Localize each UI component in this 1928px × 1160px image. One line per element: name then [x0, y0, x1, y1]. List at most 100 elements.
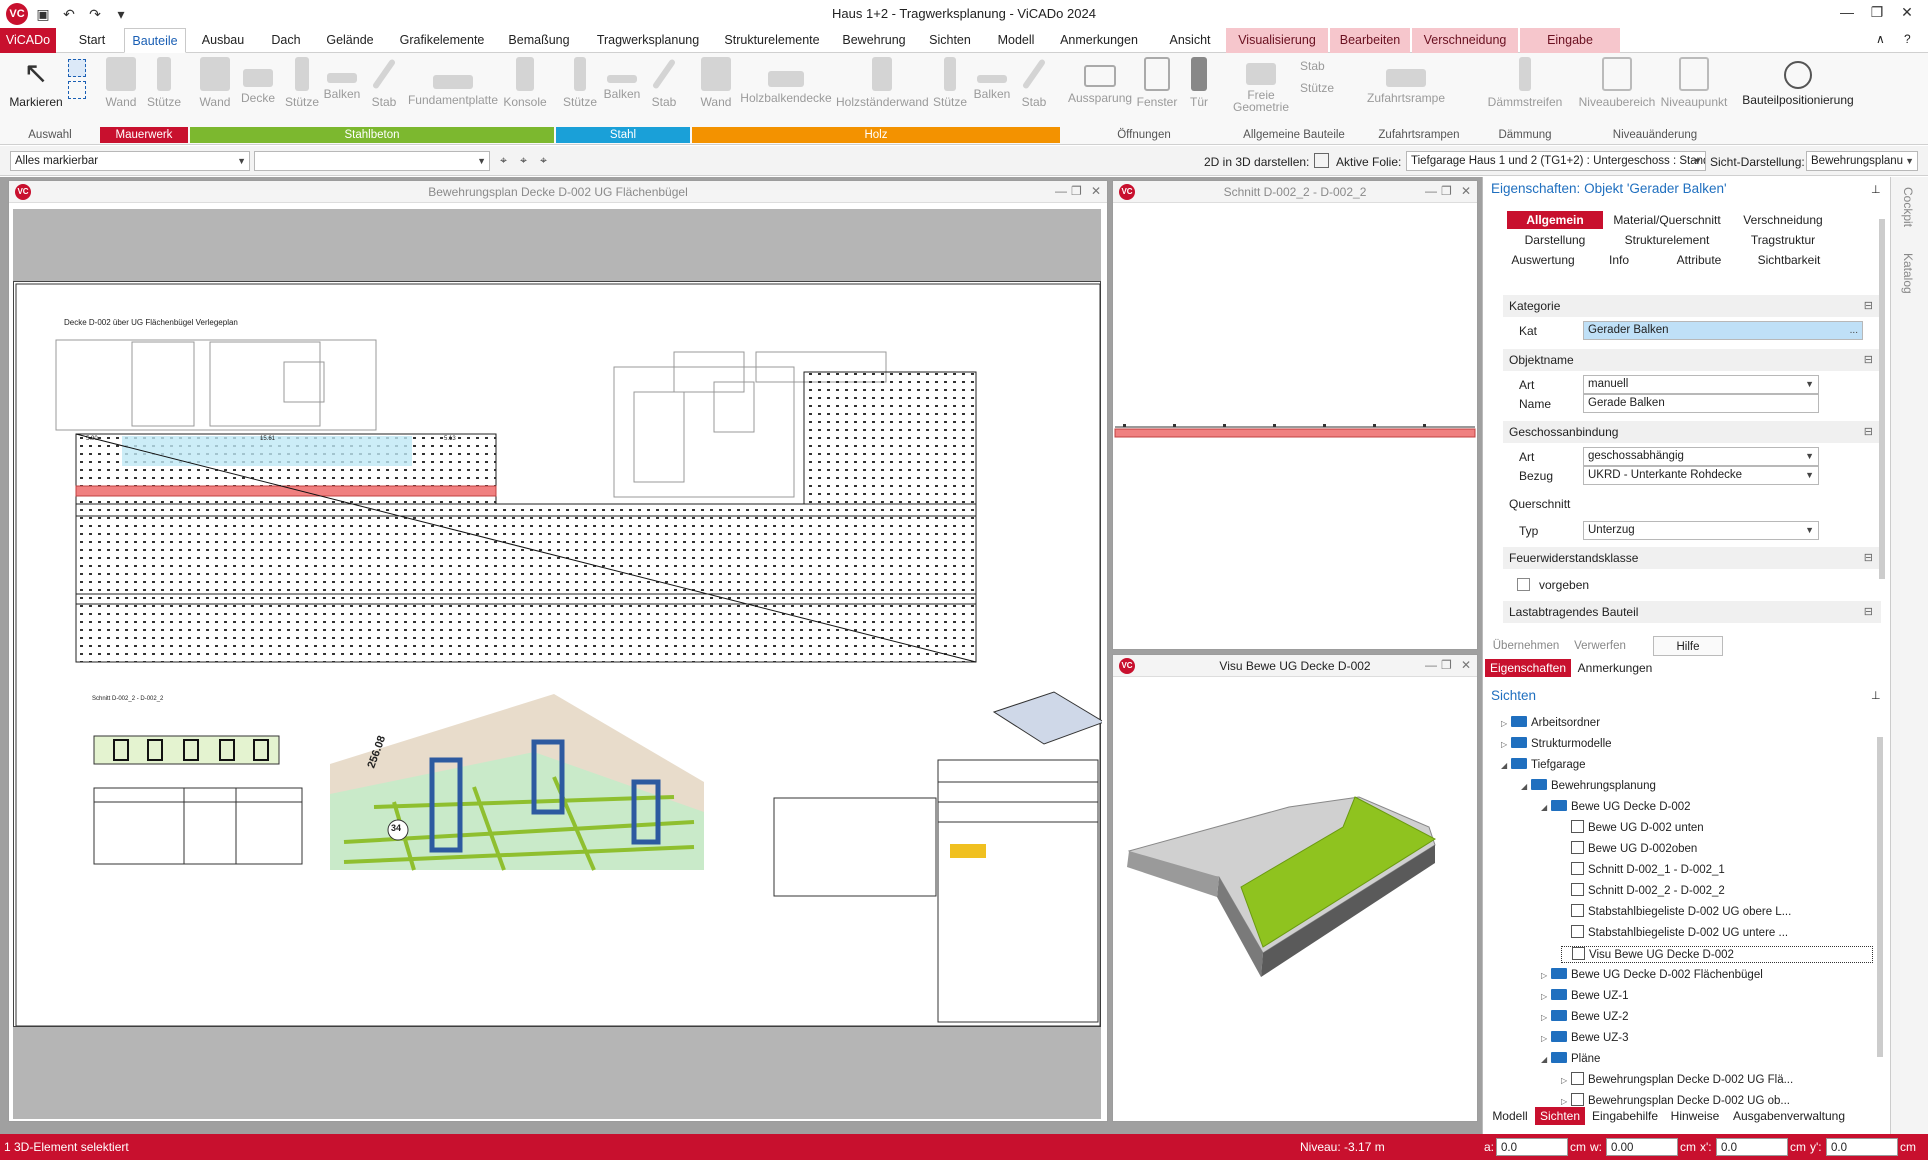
hilfe-button[interactable]: Hilfe [1653, 636, 1723, 656]
tab-bemassung[interactable]: Bemaßung [506, 28, 572, 53]
ag-stuetze-button[interactable]: Stütze [1300, 81, 1360, 95]
h-wand-button[interactable]: Wand [696, 57, 736, 109]
help-icon[interactable]: ? [1904, 32, 1911, 46]
tab-sichtbarkeit[interactable]: Sichtbarkeit [1745, 251, 1833, 269]
plan-sheet[interactable]: Decke D-002 über UG Flächenbügel Verlege… [13, 281, 1106, 1027]
tab-bauteile[interactable]: Bauteile [124, 28, 186, 53]
fenster-button[interactable]: Fenster [1134, 57, 1180, 109]
section-last[interactable]: Lastabtragendes Bauteil ⊟ [1503, 601, 1881, 623]
tab-bearbeiten[interactable]: Bearbeiten [1330, 28, 1410, 53]
aussparung-button[interactable]: Aussparung [1068, 57, 1132, 105]
tree-item[interactable]: ▷ Bewe UZ-1 [1541, 988, 1629, 1005]
expand-toggle-icon[interactable]: ▷ [1561, 1072, 1571, 1089]
close-icon[interactable]: ✕ [1461, 658, 1471, 672]
tab-darstellung[interactable]: Darstellung [1507, 231, 1603, 249]
tab-tragwerksplanung[interactable]: Tragwerksplanung [592, 28, 704, 53]
expand-toggle-icon[interactable]: ◢ [1521, 778, 1531, 795]
minimize-icon[interactable]: — [1832, 4, 1862, 20]
collapse-icon[interactable]: ⊟ [1864, 349, 1873, 371]
pin-icon[interactable]: ⊥ [1871, 183, 1881, 196]
expand-toggle-icon[interactable]: ▷ [1541, 967, 1551, 984]
kat-field[interactable]: Gerader Balken... [1583, 321, 1863, 340]
st-stuetze-button[interactable]: Stütze [560, 57, 600, 109]
tab-strukturelement[interactable]: Strukturelement [1607, 231, 1727, 249]
minimize-icon[interactable]: — [1425, 658, 1437, 672]
pin-icon[interactable]: ⊥ [1871, 689, 1881, 702]
daemmstreifen-button[interactable]: Dämmstreifen [1484, 57, 1566, 109]
tree-item[interactable]: ▷ Bewe UZ-3 [1541, 1030, 1629, 1047]
h-holzbalkendecke-button[interactable]: Holzbalkendecke [736, 57, 836, 105]
filter-select[interactable]: Alles markierbar ▼ [10, 151, 250, 171]
section-objektname[interactable]: Objektname ⊟ [1503, 349, 1881, 371]
expand-toggle-icon[interactable]: ◢ [1541, 799, 1551, 816]
tab-anmerkungen-panel[interactable]: Anmerkungen [1573, 659, 1657, 677]
sb-wand-button[interactable]: Wand [196, 57, 234, 109]
uebernehmen-button[interactable]: Übernehmen [1489, 636, 1563, 656]
tab-sichten-panel[interactable]: Sichten [1535, 1107, 1585, 1125]
close-icon[interactable]: ✕ [1461, 184, 1471, 198]
tab-anmerkungen[interactable]: Anmerkungen [1056, 28, 1142, 53]
tab-hinweise[interactable]: Hinweise [1665, 1107, 1725, 1125]
tree-scrollbar[interactable] [1877, 737, 1883, 1057]
name-field[interactable]: Gerade Balken [1583, 394, 1819, 413]
properties-scrollbar[interactable] [1879, 219, 1885, 579]
tree-item[interactable]: Stabstahlbiegeliste D-002 UG untere ... [1561, 925, 1788, 942]
tree-item[interactable]: Stabstahlbiegeliste D-002 UG obere L... [1561, 904, 1791, 921]
tab-info[interactable]: Info [1593, 251, 1645, 269]
tree-item[interactable]: ▷ Bewehrungsplan Decke D-002 UG Flä... [1561, 1072, 1793, 1089]
tab-ansicht[interactable]: Ansicht [1158, 28, 1222, 53]
tab-start[interactable]: Start [72, 28, 112, 53]
tab-visualisierung[interactable]: Visualisierung [1226, 28, 1328, 53]
zufahrtsrampe-button[interactable]: Zufahrtsrampe [1364, 57, 1448, 105]
sb-fundamentplatte-button[interactable]: Fundamentplatte [406, 57, 500, 107]
tree-item[interactable]: Bewe UG D-002 unten [1561, 820, 1704, 837]
vorgeben-checkbox[interactable] [1517, 578, 1530, 591]
minimize-icon[interactable]: — [1055, 184, 1067, 198]
x-input[interactable]: 0.0 [1716, 1138, 1788, 1156]
expand-toggle-icon[interactable]: ▷ [1501, 736, 1511, 753]
tab-verschneidung[interactable]: Verschneidung [1412, 28, 1518, 53]
tree-item[interactable]: ◢ Bewehrungsplanung [1521, 778, 1656, 795]
2d3d-toggle-icon[interactable] [1314, 153, 1329, 168]
tree-item[interactable]: Visu Bewe UG Decke D-002 [1561, 946, 1873, 963]
st-balken-button[interactable]: Balken [602, 57, 642, 101]
tree-item[interactable]: Schnitt D-002_1 - D-002_1 [1561, 862, 1725, 879]
tab-strukturelemente[interactable]: Strukturelemente [718, 28, 826, 53]
section-feuer[interactable]: Feuerwiderstandsklasse ⊟ [1503, 547, 1881, 569]
tab-allgemein[interactable]: Allgemein [1507, 211, 1603, 229]
restore-icon[interactable]: ❐ [1441, 184, 1452, 198]
niveaupunkt-button[interactable]: Niveaupunkt [1656, 57, 1732, 109]
filter2-select[interactable]: ▼ [254, 151, 490, 171]
h-stab-button[interactable]: Stab [1014, 57, 1054, 109]
bezug-select[interactable]: UKRD - Unterkante Rohdecke ▼ [1583, 466, 1819, 485]
pane-schnitt[interactable]: Schnitt D-002_2 - D-002_2 VC — ❐ ✕ [1112, 180, 1478, 650]
tab-sichten[interactable]: Sichten [924, 28, 976, 53]
sb-decke-button[interactable]: Decke [238, 57, 278, 105]
niveaubereich-button[interactable]: Niveaubereich [1576, 57, 1658, 109]
mw-stuetze-button[interactable]: Stütze [144, 57, 184, 109]
tree-item[interactable]: ▷ Bewe UG Decke D-002 Flächenbügel [1541, 967, 1763, 984]
tab-eigenschaften[interactable]: Eigenschaften [1485, 659, 1571, 677]
collapse-icon[interactable]: ⊟ [1864, 421, 1873, 443]
pane-visu[interactable]: Visu Bewe UG Decke D-002 VC — ❐ ✕ [1112, 654, 1478, 1122]
a-input[interactable]: 0.0 [1496, 1138, 1568, 1156]
pane-title[interactable]: Schnitt D-002_2 - D-002_2 [1113, 181, 1477, 203]
expand-toggle-icon[interactable]: ◢ [1501, 757, 1511, 774]
tab-verschneidung[interactable]: Verschneidung [1733, 211, 1833, 229]
collapse-icon[interactable]: ⊟ [1864, 601, 1873, 623]
typ-select[interactable]: Unterzug ▼ [1583, 521, 1819, 540]
tab-ausbau[interactable]: Ausbau [196, 28, 250, 53]
tree-item[interactable]: ◢ Tiefgarage [1501, 757, 1586, 774]
tab-cockpit[interactable]: Cockpit [1901, 187, 1915, 227]
tab-dach[interactable]: Dach [266, 28, 306, 53]
tab-auswertung[interactable]: Auswertung [1507, 251, 1579, 269]
h-holzstaenderwand-button[interactable]: Holzständerwand [836, 57, 929, 109]
expand-toggle-icon[interactable]: ◢ [1541, 1051, 1551, 1068]
sb-stab-button[interactable]: Stab [364, 57, 404, 109]
collapse-icon[interactable]: ⊟ [1864, 295, 1873, 317]
tree-item[interactable]: ◢ Bewe UG Decke D-002 [1541, 799, 1691, 816]
pane-bewehrungsplan[interactable]: Bewehrungsplan Decke D-002 UG Flächenbüg… [8, 180, 1108, 1122]
tree-item[interactable]: ▷ Arbeitsordner [1501, 715, 1600, 732]
binoculars-filter-icon[interactable]: ⌖ [516, 153, 531, 168]
tab-modell-panel[interactable]: Modell [1487, 1107, 1533, 1125]
